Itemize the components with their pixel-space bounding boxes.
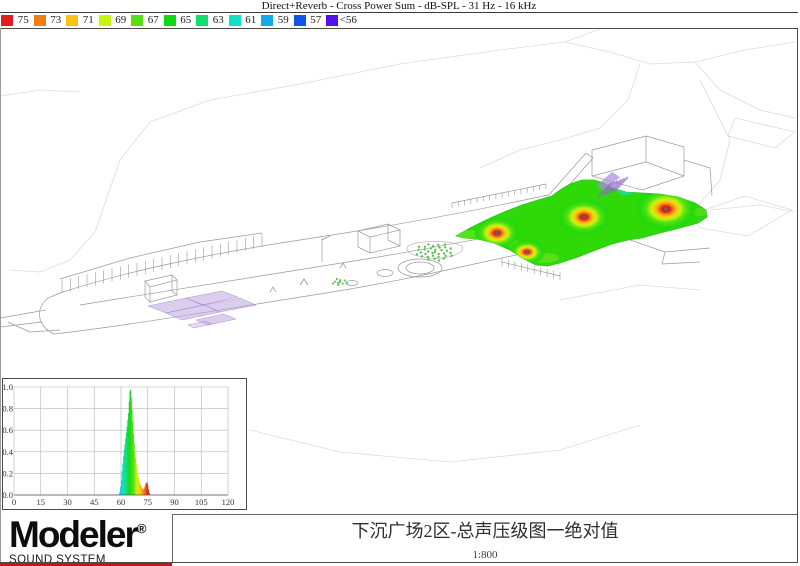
svg-text:0.4: 0.4 bbox=[3, 447, 14, 457]
frame-left bbox=[0, 28, 1, 563]
plot-caption: 下沉广场2区-总声压级图一绝对值 bbox=[172, 517, 798, 543]
legend-item: 59 bbox=[261, 13, 294, 28]
legend-value: 65 bbox=[176, 14, 197, 27]
legend-swatch bbox=[196, 15, 208, 26]
svg-text:105: 105 bbox=[195, 497, 208, 507]
legend-item: 61 bbox=[229, 13, 262, 28]
page-title: Direct+Reverb - Cross Power Sum - dB-SPL… bbox=[0, 0, 798, 12]
legend-item: 75 bbox=[1, 13, 34, 28]
legend-swatch bbox=[131, 15, 143, 26]
legend-value: <56 bbox=[338, 14, 359, 27]
svg-text:0.8: 0.8 bbox=[3, 404, 13, 414]
legend-swatch bbox=[1, 15, 13, 26]
caption-rule bbox=[172, 514, 798, 515]
footer-divider bbox=[172, 514, 173, 562]
spl-heatmap bbox=[454, 180, 708, 266]
svg-text:75: 75 bbox=[144, 497, 153, 507]
svg-text:0.6: 0.6 bbox=[3, 425, 13, 435]
footer: Modeler® SOUND SYSTEM SOFTWARE 下沉广场2区-总声… bbox=[0, 512, 800, 566]
spl-legend: 75 73 71 69 67 65 63 61 59 57 <56 bbox=[1, 13, 359, 28]
legend-item: 73 bbox=[34, 13, 67, 28]
legend-item: 71 bbox=[66, 13, 99, 28]
svg-text:0.0: 0.0 bbox=[3, 490, 13, 500]
svg-text:0.2: 0.2 bbox=[3, 468, 13, 478]
legend-value: 61 bbox=[241, 14, 262, 27]
legend-swatch bbox=[34, 15, 46, 26]
legend-swatch bbox=[326, 15, 338, 26]
legend-swatch bbox=[99, 15, 111, 26]
svg-text:120: 120 bbox=[222, 497, 235, 507]
legend-item: 65 bbox=[164, 13, 197, 28]
legend-value: 57 bbox=[306, 14, 327, 27]
svg-text:90: 90 bbox=[170, 497, 179, 507]
legend-item: 67 bbox=[131, 13, 164, 28]
legend-value: 59 bbox=[273, 14, 294, 27]
tree-dots bbox=[332, 243, 453, 286]
legend-value: 75 bbox=[13, 14, 34, 27]
logo-wordmark: Modeler bbox=[9, 514, 137, 555]
legend-item: 69 bbox=[99, 13, 132, 28]
legend-swatch bbox=[294, 15, 306, 26]
modeler-plot-page: Direct+Reverb - Cross Power Sum - dB-SPL… bbox=[0, 0, 800, 566]
legend-item: <56 bbox=[326, 13, 359, 28]
svg-text:30: 30 bbox=[63, 497, 72, 507]
frame-right bbox=[797, 28, 798, 563]
legend-value: 63 bbox=[208, 14, 229, 27]
caption-cell: 下沉广场2区-总声压级图一绝对值 1:800 bbox=[172, 514, 798, 562]
legend-swatch bbox=[66, 15, 78, 26]
legend-swatch bbox=[229, 15, 241, 26]
frame-top bbox=[0, 28, 798, 29]
legend-value: 73 bbox=[46, 14, 67, 27]
legend-value: 71 bbox=[78, 14, 99, 27]
purple-terrace-patches bbox=[148, 291, 256, 328]
svg-text:15: 15 bbox=[37, 497, 46, 507]
legend-value: 67 bbox=[143, 14, 164, 27]
registered-mark: ® bbox=[137, 521, 147, 536]
legend-swatch bbox=[164, 15, 176, 26]
scale-label: 1:800 bbox=[172, 549, 798, 561]
legend-item: 57 bbox=[294, 13, 327, 28]
legend-swatch bbox=[261, 15, 273, 26]
svg-text:1.0: 1.0 bbox=[3, 382, 13, 392]
spl-histogram-panel: 01530456075901051200.00.20.40.60.81.0 bbox=[2, 378, 247, 510]
legend-item: 63 bbox=[196, 13, 229, 28]
spl-histogram-chart: 01530456075901051200.00.20.40.60.81.0 bbox=[3, 379, 246, 509]
modeler-logo: Modeler® SOUND SYSTEM SOFTWARE bbox=[9, 510, 169, 566]
svg-text:60: 60 bbox=[117, 497, 126, 507]
svg-text:45: 45 bbox=[90, 497, 99, 507]
header: Direct+Reverb - Cross Power Sum - dB-SPL… bbox=[0, 0, 800, 28]
legend-value: 69 bbox=[111, 14, 132, 27]
